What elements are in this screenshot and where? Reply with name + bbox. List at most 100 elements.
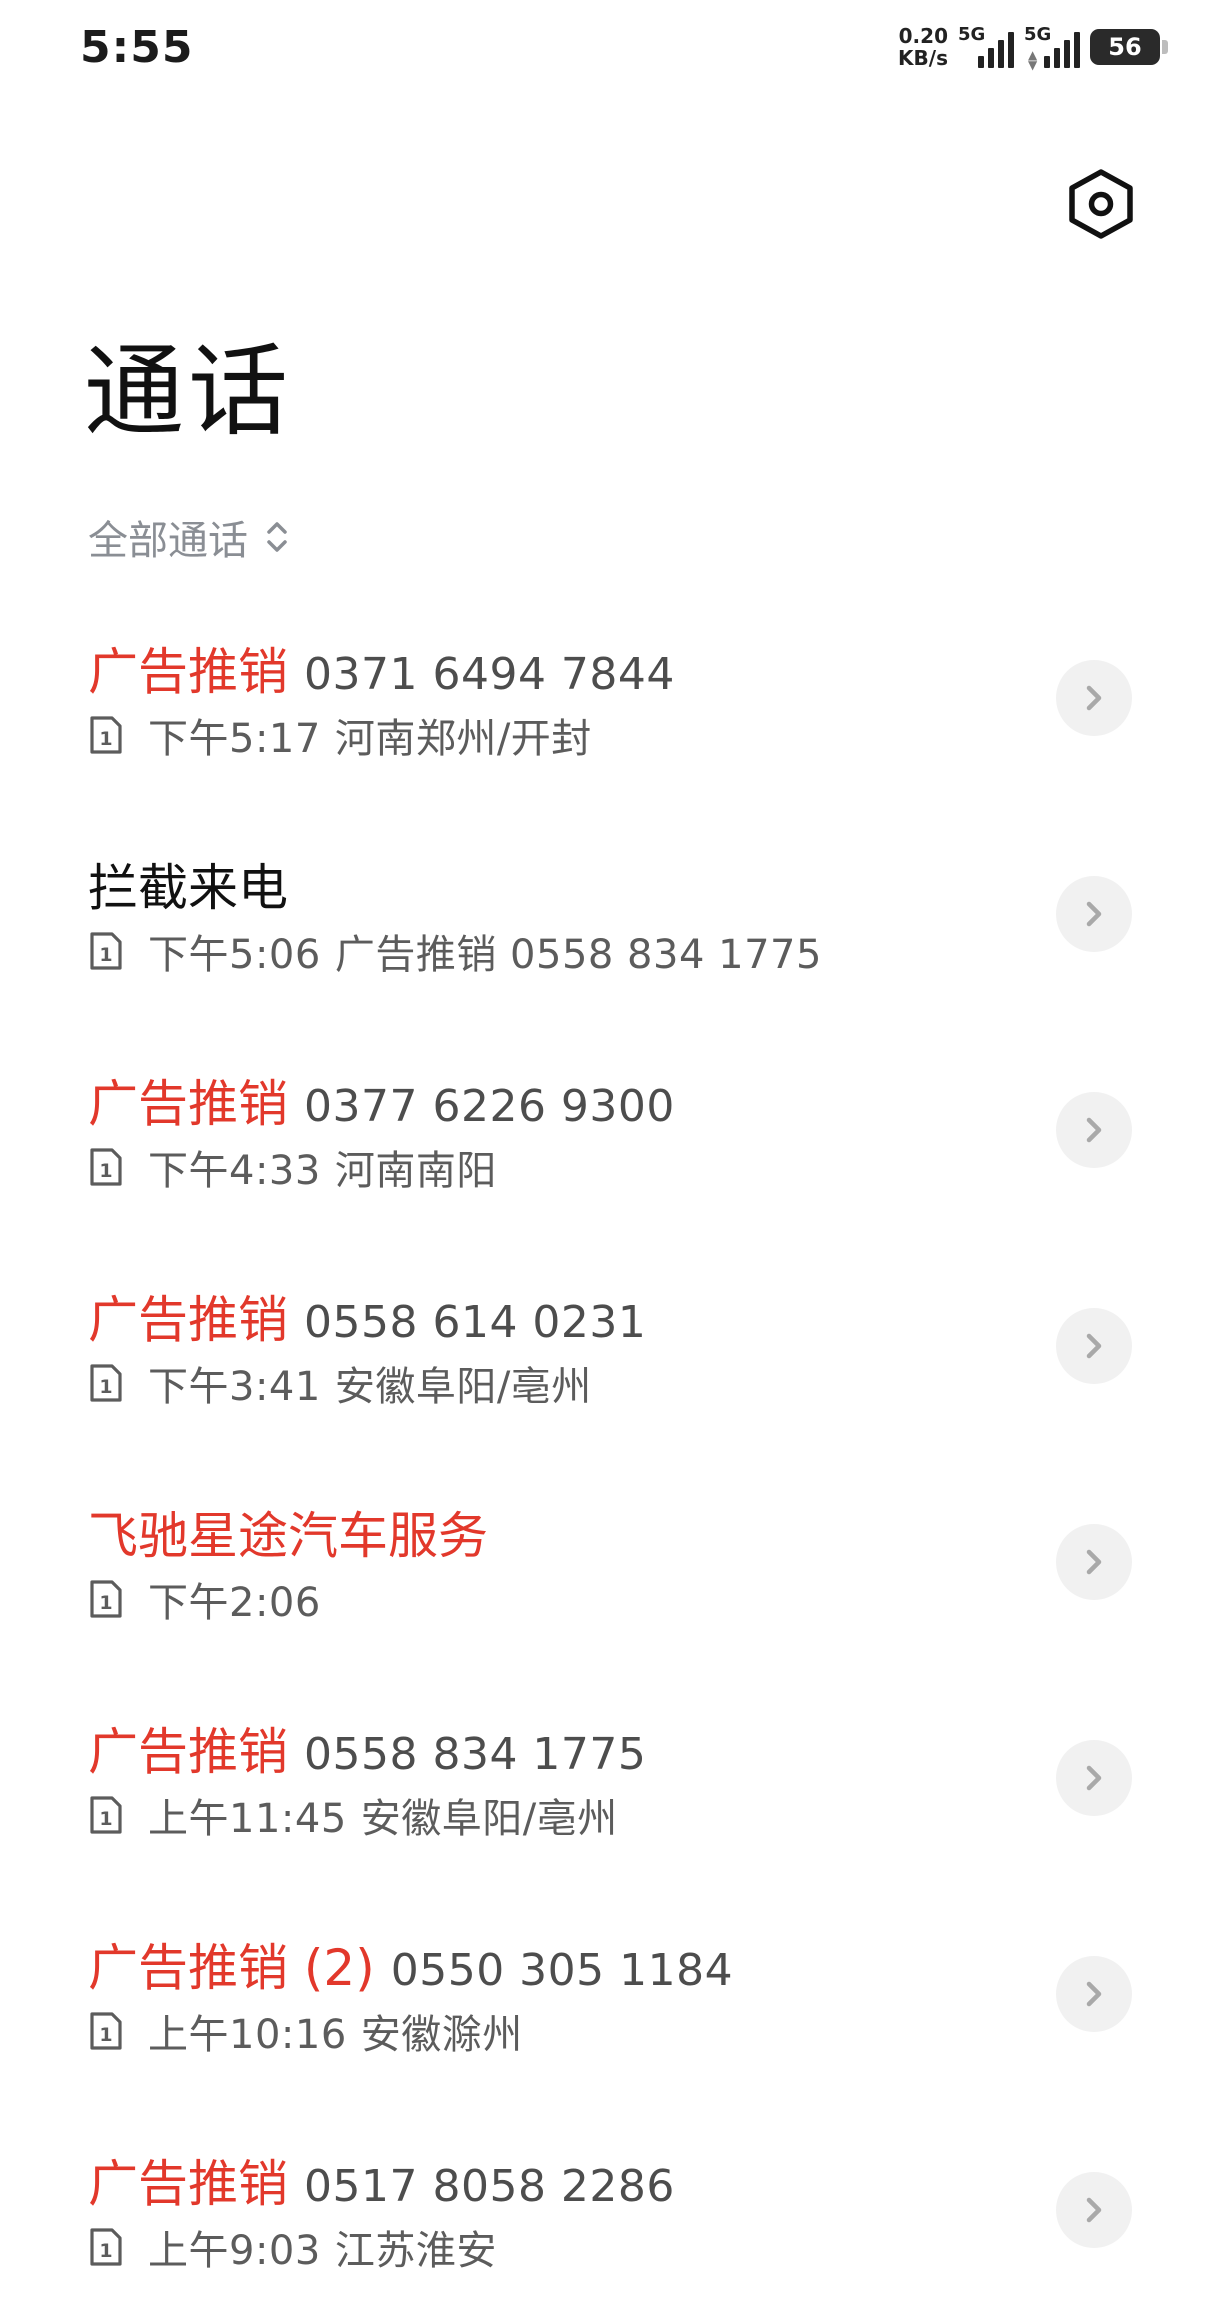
call-log-row[interactable]: 广告推销 0558 834 1775 1 上午11:45 安徽阜阳/亳州 (0, 1692, 1220, 1908)
svg-text:1: 1 (99, 1376, 112, 1398)
network-speed-value: 0.20 (898, 24, 948, 48)
call-row-header: 广告推销 0371 6494 7844 (88, 632, 675, 704)
caller-name: 广告推销 (88, 2155, 288, 2213)
chevron-right-icon (1086, 1333, 1102, 1359)
call-details-button[interactable] (1056, 2172, 1132, 2248)
call-log-row[interactable]: 广告推销 0371 6494 7844 1 下午5:17 河南郑州/开封 (0, 612, 1220, 828)
call-row-header: 飞驰星途汽车服务 (88, 1496, 488, 1568)
caller-number: 0371 6494 7844 (304, 649, 675, 700)
call-time: 下午4:33 (148, 1148, 321, 1194)
chevron-right-icon (1086, 1117, 1102, 1143)
signal-bars-icon (978, 32, 1014, 68)
call-row-details: 1 下午2:06 (88, 1570, 335, 1628)
call-details-button[interactable] (1056, 1956, 1132, 2032)
call-time-location: 下午3:41 安徽阜阳/亳州 (148, 1354, 592, 1412)
sim-card-icon: 1 (90, 2228, 122, 2266)
call-location: 安徽阜阳/亳州 (360, 1796, 618, 1842)
settings-hexagon-icon (1069, 169, 1133, 239)
call-time-location: 上午10:16 安徽滁州 (148, 2002, 523, 2060)
call-location: 广告推销 0558 834 1775 (334, 932, 822, 978)
call-details-button[interactable] (1056, 1092, 1132, 1168)
call-log-row[interactable]: 广告推销 0377 6226 9300 1 下午4:33 河南南阳 (0, 1044, 1220, 1260)
settings-button[interactable] (1068, 168, 1134, 240)
call-time-location: 下午5:06 广告推销 0558 834 1775 (148, 922, 822, 980)
svg-text:1: 1 (99, 1160, 112, 1182)
call-time-location: 下午2:06 (148, 1570, 335, 1628)
call-row-header: 广告推销 0517 8058 2286 (88, 2144, 675, 2216)
caller-name: 广告推销 (88, 1723, 288, 1781)
call-log-list: 广告推销 0371 6494 7844 1 下午5:17 河南郑州/开封 拦截来电 (0, 612, 1220, 2304)
call-details-button[interactable] (1056, 1524, 1132, 1600)
call-details-button[interactable] (1056, 660, 1132, 736)
chevron-right-icon (1086, 1765, 1102, 1791)
svg-text:1: 1 (99, 2240, 112, 2262)
call-time: 下午3:41 (148, 1364, 321, 1410)
sim-card-icon: 1 (90, 716, 122, 754)
status-time: 5:55 (80, 22, 194, 73)
call-filter-dropdown[interactable]: 全部通话 (88, 508, 292, 566)
call-log-row[interactable]: 广告推销 (2) 0550 305 1184 1 上午10:16 安徽滁州 (0, 1908, 1220, 2124)
status-icons: 0.20 KB/s 5G 5G ▲ ▼ 56 (898, 22, 1168, 72)
call-row-header: 广告推销 0377 6226 9300 (88, 1064, 675, 1136)
caller-name: 广告推销 (2) (88, 1939, 375, 1997)
call-time: 上午10:16 (148, 2012, 347, 2058)
status-bar: 5:55 0.20 KB/s 5G 5G ▲ ▼ 56 (0, 0, 1220, 96)
caller-name: 广告推销 (88, 1291, 288, 1349)
battery-level: 56 (1108, 33, 1142, 61)
call-time-location: 下午4:33 河南南阳 (148, 1138, 497, 1196)
sim1-signal-icon: 5G (958, 24, 1014, 70)
call-time-location: 下午5:17 河南郑州/开封 (148, 706, 592, 764)
network-speed-unit: KB/s (898, 46, 948, 70)
battery-icon: 56 (1090, 29, 1168, 65)
sim-card-icon: 1 (90, 1796, 122, 1834)
call-details-button[interactable] (1056, 1308, 1132, 1384)
call-time: 下午5:17 (148, 716, 321, 762)
svg-text:1: 1 (99, 2024, 112, 2046)
sim-card-icon: 1 (90, 2012, 122, 2050)
call-row-details: 1 下午4:33 河南南阳 (88, 1138, 497, 1196)
call-log-row[interactable]: 飞驰星途汽车服务 1 下午2:06 (0, 1476, 1220, 1692)
caller-number: 0377 6226 9300 (304, 1081, 675, 1132)
caller-name: 广告推销 (88, 643, 288, 701)
call-row-details: 1 下午3:41 安徽阜阳/亳州 (88, 1354, 592, 1412)
call-row-header: 广告推销 0558 614 0231 (88, 1280, 646, 1352)
sim2-signal-icon: 5G ▲ ▼ (1024, 24, 1080, 71)
network-speed: 0.20 KB/s (898, 25, 948, 69)
svg-text:1: 1 (99, 1808, 112, 1830)
sim-card-icon: 1 (90, 1580, 122, 1618)
call-row-header: 广告推销 (2) 0550 305 1184 (88, 1928, 733, 2000)
caller-name: 拦截来电 (88, 859, 288, 917)
call-time: 下午2:06 (148, 1580, 321, 1626)
svg-text:1: 1 (99, 944, 112, 966)
call-log-row[interactable]: 广告推销 0517 8058 2286 1 上午9:03 江苏淮安 (0, 2124, 1220, 2304)
caller-number: 0550 305 1184 (390, 1945, 734, 1996)
call-time-location: 上午9:03 江苏淮安 (148, 2218, 497, 2276)
call-row-details: 1 上午9:03 江苏淮安 (88, 2218, 497, 2276)
call-details-button[interactable] (1056, 876, 1132, 952)
chevron-right-icon (1086, 2197, 1102, 2223)
chevron-up-down-icon (267, 522, 287, 552)
call-location: 江苏淮安 (334, 2228, 497, 2274)
signal-bars-icon (1044, 32, 1080, 68)
call-location: 安徽滁州 (360, 2012, 523, 2058)
phone-screen: 5:55 0.20 KB/s 5G 5G ▲ ▼ 56 通话 全部通话 广告推销… (0, 0, 1220, 2304)
call-time-location: 上午11:45 安徽阜阳/亳州 (148, 1786, 618, 1844)
chevron-right-icon (1086, 901, 1102, 927)
call-location: 河南郑州/开封 (334, 716, 592, 762)
call-location: 河南南阳 (334, 1148, 497, 1194)
call-row-header: 广告推销 0558 834 1775 (88, 1712, 646, 1784)
caller-number: 0558 614 0231 (304, 1297, 647, 1348)
call-row-details: 1 上午11:45 安徽阜阳/亳州 (88, 1786, 618, 1844)
call-row-details: 1 下午5:17 河南郑州/开封 (88, 706, 592, 764)
call-log-row[interactable]: 拦截来电 1 下午5:06 广告推销 0558 834 1775 (0, 828, 1220, 1044)
caller-number: 0558 834 1775 (304, 1729, 647, 1780)
call-details-button[interactable] (1056, 1740, 1132, 1816)
sim-card-icon: 1 (90, 932, 122, 970)
call-time: 上午9:03 (148, 2228, 321, 2274)
call-row-header: 拦截来电 (88, 848, 288, 920)
call-log-row[interactable]: 广告推销 0558 614 0231 1 下午3:41 安徽阜阳/亳州 (0, 1260, 1220, 1476)
caller-name: 广告推销 (88, 1075, 288, 1133)
sim-card-icon: 1 (90, 1364, 122, 1402)
call-time: 上午11:45 (148, 1796, 347, 1842)
caller-name: 飞驰星途汽车服务 (88, 1507, 488, 1565)
